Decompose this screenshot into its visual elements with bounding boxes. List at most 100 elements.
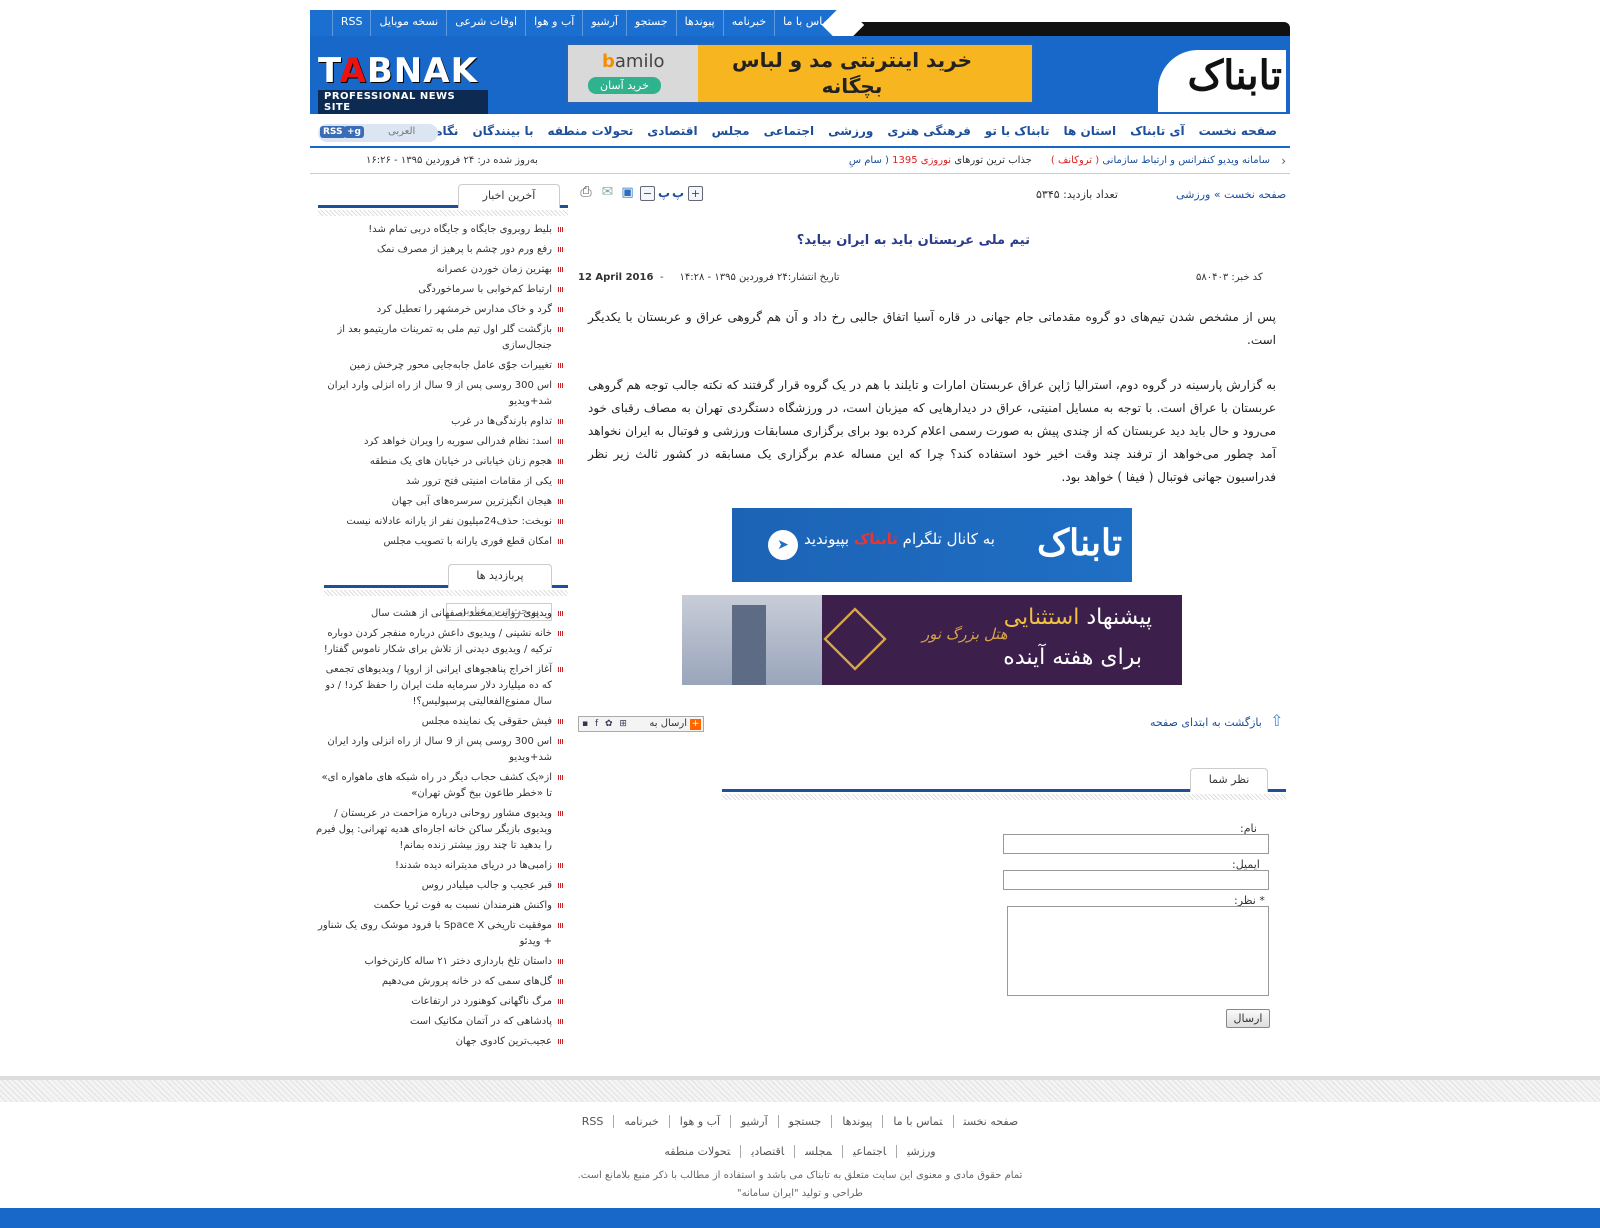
- popular-news-item[interactable]: گل‌های سمی که در خانه پرورش می‌دهیم: [314, 974, 564, 990]
- latest-news-item[interactable]: تداوم بارندگی‌ها در غرب: [314, 414, 564, 430]
- back-to-top-link[interactable]: بازگشت به ابتدای صفحه: [1150, 716, 1262, 729]
- latest-news-item[interactable]: اسد: نظام فدرالی سوریه را ویران خواهد کر…: [314, 434, 564, 450]
- popular-news-item[interactable]: فیش حقوقی یک نماینده مجلس: [314, 714, 564, 730]
- footer-link[interactable]: اقتصادی: [740, 1145, 795, 1158]
- share-widget[interactable]: + ارسال به ▪ f ✿ ⊞: [578, 716, 704, 732]
- popular-news-item[interactable]: موفقیت تاریخی Space X با فرود موشک روی ی…: [314, 918, 564, 950]
- news-code: کد خبر: ۵۸۰۴۰۳: [1196, 272, 1263, 283]
- footer-link[interactable]: اجتماعی: [842, 1145, 897, 1158]
- latest-news-item[interactable]: یکی از مقامات امنیتی فتح ترور شد: [314, 474, 564, 490]
- tabnak-logo-latin[interactable]: TABNAK PROFESSIONAL NEWS SITE: [318, 52, 488, 114]
- footer-link[interactable]: پیوندها: [831, 1115, 883, 1128]
- popular-news-item[interactable]: عجیب‌ترین کادوی جهان: [314, 1034, 564, 1050]
- submit-comment-button[interactable]: ارسال: [1226, 1009, 1270, 1028]
- topnav-archive[interactable]: آرشیو: [582, 10, 626, 36]
- footer-link[interactable]: جستجو: [777, 1115, 832, 1128]
- popular-news-item[interactable]: خانه نشینی / ویدیوی داعش درباره منفجر کر…: [314, 626, 564, 658]
- menu-viewers[interactable]: با بینندگان: [465, 122, 540, 140]
- menu-economy[interactable]: اقتصادی: [640, 122, 704, 140]
- article-tools: ⎙ ✉ ▣ − پ پ +: [578, 185, 708, 204]
- latest-news-item[interactable]: هجوم زنان خیابانی در خیابان های یک منطقه: [314, 454, 564, 470]
- latest-news-item[interactable]: امکان قطع فوری یارانه با تصویب مجلس: [314, 534, 564, 550]
- email-input[interactable]: [1003, 870, 1269, 890]
- ticker-news[interactable]: سامانه ویدیو کنفرانس و ارتباط سازمانی ( …: [849, 155, 1270, 166]
- font-decrease-icon[interactable]: −: [640, 186, 655, 201]
- menu-region[interactable]: تحولات منطقه: [541, 122, 641, 140]
- popular-news-item[interactable]: اس 300 روسی پس از 9 سال از راه انزلی وار…: [314, 734, 564, 766]
- footer-link[interactable]: آرشیو: [730, 1115, 778, 1128]
- popular-news-item[interactable]: آغاز اخراج پناهجوهای ایرانی از اروپا / و…: [314, 662, 564, 710]
- arabic-link[interactable]: العربی: [388, 126, 415, 137]
- popular-news-item[interactable]: قبر عجیب و جالب میلیادر روس: [314, 878, 564, 894]
- topnav-prayer-times[interactable]: اوقات شرعی: [446, 10, 525, 36]
- chevron-right-icon[interactable]: ›: [1281, 154, 1286, 168]
- latest-news-tab[interactable]: آخرین اخبار: [458, 184, 560, 208]
- footer-link[interactable]: تحولات منطقه: [654, 1145, 740, 1158]
- latest-news-item[interactable]: ارتباط کم‌خوابی با سرماخوردگی: [314, 282, 564, 298]
- popular-news-list: ویدیوی روایت محمد اصفهانی از هشت سال خانه…: [314, 606, 564, 1054]
- topnav-rss[interactable]: RSS: [331, 10, 371, 36]
- tg-text-brand: تابناک: [853, 530, 898, 548]
- footer-bottom-bar: [0, 1208, 1600, 1228]
- publish-date: تاریخ انتشار:۲۴ فروردین ۱۳۹۵ - ۱۴:۲۸ -: [660, 272, 840, 283]
- topnav-links[interactable]: پیوندها: [675, 10, 723, 36]
- topnav-mobile[interactable]: نسخه موبایل: [370, 10, 446, 36]
- name-input[interactable]: [1003, 834, 1269, 854]
- comment-textarea[interactable]: [1007, 906, 1269, 996]
- popular-news-item[interactable]: ویدیوی روایت محمد اصفهانی از هشت سال: [314, 606, 564, 622]
- email-icon[interactable]: ✉: [600, 185, 615, 201]
- latest-news-item[interactable]: بازگشت گلر اول تیم ملی به تمرینات ماریتی…: [314, 322, 564, 354]
- popular-news-item[interactable]: از«یک کشف حجاب دیگر در راه شبکه های ماهو…: [314, 770, 564, 802]
- menu-parliament[interactable]: مجلس: [705, 122, 757, 140]
- save-icon[interactable]: ▣: [620, 186, 635, 201]
- menu-provinces[interactable]: استان ها: [1057, 122, 1124, 140]
- popular-news-item[interactable]: واکنش هنرمندان نسبت به فوت ثریا حکمت: [314, 898, 564, 914]
- popular-news-item[interactable]: داستان تلخ بارداری دختر ۲۱ ساله کارتن‌خو…: [314, 954, 564, 970]
- comments-hatch: [722, 794, 1286, 800]
- ad-line-1-pre: پیشنهاد: [1086, 605, 1152, 630]
- menu-i-tabnak[interactable]: آی تابناک: [1123, 122, 1192, 140]
- popular-news-item[interactable]: پادشاهی که در آتمان مکانیک است: [314, 1014, 564, 1030]
- latest-news-item[interactable]: اس 300 روسی پس از 9 سال از راه انزلی وار…: [314, 378, 564, 410]
- font-increase-icon[interactable]: +: [688, 186, 703, 201]
- footer-link[interactable]: مجلس: [794, 1145, 843, 1158]
- menu-sports[interactable]: ورزشی: [821, 122, 880, 140]
- menu-social[interactable]: اجتماعی: [757, 122, 822, 140]
- telegram-banner-text: به کانال تلگرام تابناک بپیوندید: [804, 530, 995, 548]
- arrow-up-icon[interactable]: ⇧: [1270, 713, 1286, 729]
- popular-news-item[interactable]: مرگ ناگهانی کوهنورد در ارتفاعات: [314, 994, 564, 1010]
- footer-link[interactable]: ورزشی: [896, 1145, 946, 1158]
- hotel-ad-banner[interactable]: هتل بزرگ نور پیشنهاد استثنایی برای هفته …: [682, 595, 1182, 685]
- latest-news-item[interactable]: بهترین زمان خوردن عصرانه: [314, 262, 564, 278]
- popular-tab[interactable]: پربازدید ها: [448, 564, 552, 588]
- telegram-banner[interactable]: ➤ به کانال تلگرام تابناک بپیوندید تابناک: [732, 508, 1132, 582]
- footer-link[interactable]: آب و هوا: [668, 1115, 731, 1128]
- footer-link[interactable]: صفحه نخست: [952, 1115, 1029, 1128]
- rss-icon[interactable]: RSS: [320, 126, 346, 138]
- tabnak-logo-persian[interactable]: تابناک: [1158, 50, 1286, 112]
- breadcrumb[interactable]: صفحه نخست » ورزشی: [1176, 188, 1286, 201]
- footer-link[interactable]: خبرنامه: [613, 1115, 669, 1128]
- topnav-newsletter[interactable]: خبرنامه: [722, 10, 774, 36]
- footer-link[interactable]: تماس با ما: [882, 1115, 953, 1128]
- cart-button: خرید آسان: [588, 77, 661, 94]
- building-image: [682, 595, 822, 685]
- latest-news-item[interactable]: نوبخت: حذف24میلیون نفر از یارانه عادلانه…: [314, 514, 564, 530]
- latest-news-item[interactable]: بلیط روبروی جایگاه و جایگاه دربی تمام شد…: [314, 222, 564, 238]
- latest-news-item[interactable]: تغییرات جوّی عامل جابه‌جایی محور چرخش زم…: [314, 358, 564, 374]
- main-menu: صفحه نخست آی تابناک استان ها تابناک با ت…: [310, 118, 1290, 148]
- menu-tabnak-with-you[interactable]: تابناک با تو: [978, 122, 1057, 140]
- print-icon[interactable]: ⎙: [578, 185, 594, 201]
- latest-news-item[interactable]: رفع ورم دور چشم با پرهیز از مصرف نمک: [314, 242, 564, 258]
- google-plus-icon[interactable]: +g: [344, 126, 364, 138]
- popular-news-item[interactable]: ویدیوی مشاور روحانی درباره مزاحمت در عرب…: [314, 806, 564, 854]
- topnav-search[interactable]: جستجو: [625, 10, 676, 36]
- menu-home[interactable]: صفحه نخست: [1192, 122, 1284, 140]
- latest-news-item[interactable]: هیجان انگیزترین سرسره‌های آبی جهان: [314, 494, 564, 510]
- latest-news-item[interactable]: گرد و خاک مدارس خرمشهر را تعطیل کرد: [314, 302, 564, 318]
- menu-culture[interactable]: فرهنگی هنری: [880, 122, 978, 140]
- footer-link[interactable]: RSS: [572, 1115, 614, 1128]
- topnav-weather[interactable]: آب و هوا: [525, 10, 582, 36]
- popular-news-item[interactable]: زامبی‌ها در دریای مدیترانه دیده شدند!: [314, 858, 564, 874]
- bamilo-ad-banner[interactable]: bamilo خرید آسان خرید اینترنتی مد و لباس…: [566, 43, 1034, 104]
